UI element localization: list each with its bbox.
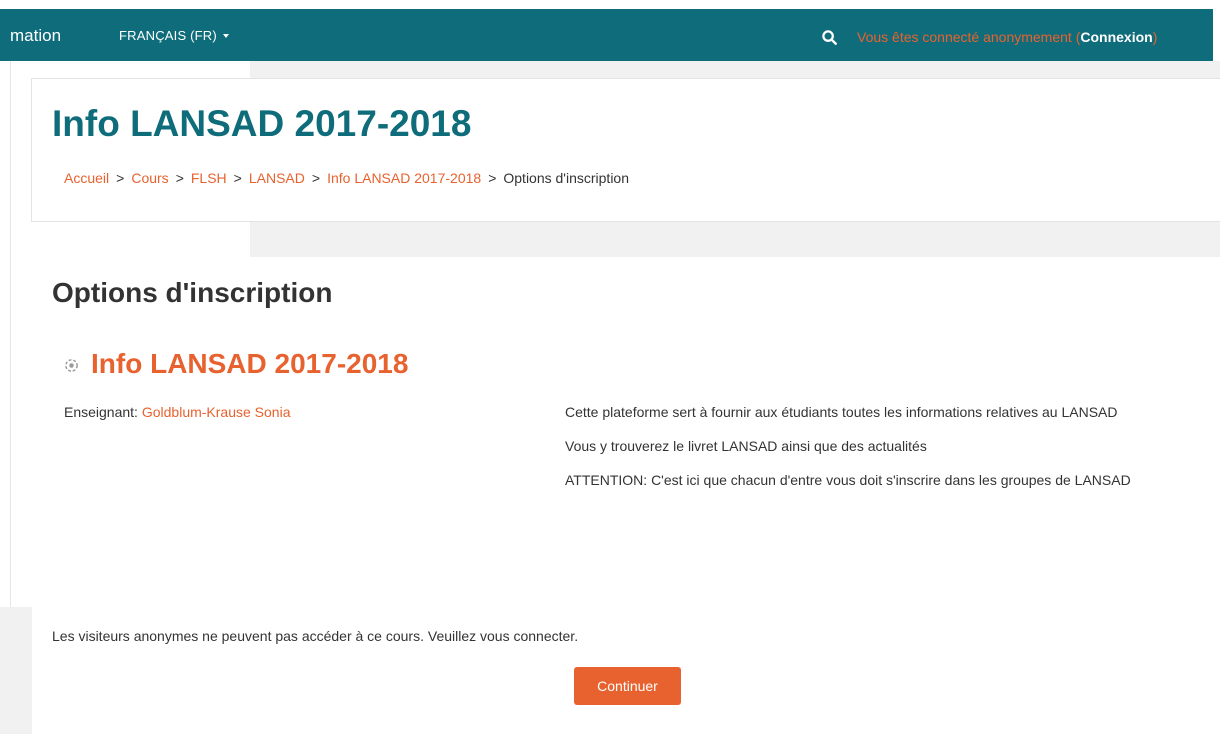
breadcrumb-item-cours[interactable]: Cours <box>131 170 168 186</box>
breadcrumb-separator: > <box>233 170 242 186</box>
login-info: Vous êtes connecté anonymement (Connexio… <box>857 28 1157 46</box>
breadcrumb-item-current: Options d'inscription <box>503 170 629 186</box>
course-name-link[interactable]: Info LANSAD 2017-2018 <box>91 346 408 382</box>
site-brand-link[interactable]: mation <box>10 26 61 46</box>
language-menu[interactable]: FRANÇAIS (FR) <box>119 28 229 44</box>
top-strip <box>0 0 1220 9</box>
summary-paragraph: Cette plateforme sert à fournir aux étud… <box>565 404 1118 420</box>
login-status-text: Vous êtes connecté anonymement ( <box>857 29 1081 45</box>
teacher-link[interactable]: Goldblum-Krause Sonia <box>142 404 291 420</box>
section-heading: Options d'inscription <box>52 277 333 308</box>
breadcrumb-separator: > <box>488 170 497 186</box>
page-header <box>31 78 1220 222</box>
footer-backdrop <box>0 607 32 734</box>
page: mation FRANÇAIS (FR) Vous êtes connecté … <box>0 0 1220 734</box>
region-divider <box>10 61 11 607</box>
login-status-close: ) <box>1152 29 1158 45</box>
course-teacher: Enseignant: Goldblum-Krause Sonia <box>64 403 290 421</box>
continue-button[interactable]: Continuer <box>574 667 681 705</box>
search-icon[interactable] <box>822 30 837 45</box>
caret-down-icon <box>222 34 229 38</box>
guest-access-notice: Les visiteurs anonymes ne peuvent pas ac… <box>52 628 579 644</box>
breadcrumb-item-accueil[interactable]: Accueil <box>64 170 109 186</box>
breadcrumb-separator: > <box>116 170 125 186</box>
language-label: FRANÇAIS (FR) <box>119 28 217 43</box>
page-title: Info LANSAD 2017-2018 <box>52 103 472 144</box>
breadcrumb-item-lansad[interactable]: LANSAD <box>249 170 305 186</box>
summary-paragraph: ATTENTION: C'est ici que chacun d'entre … <box>565 472 1131 488</box>
summary-paragraph: Vous y trouverez le livret LANSAD ainsi … <box>565 438 927 454</box>
teacher-label: Enseignant: <box>64 404 142 420</box>
breadcrumb: Accueil > Cours > FLSH > LANSAD > Info LANSAD 20… <box>64 169 629 187</box>
course-summary: Cette plateforme sert à fournir aux étud… <box>565 401 1175 503</box>
breadcrumb-item-flsh[interactable]: FLSH <box>191 170 227 186</box>
navbar: mation FRANÇAIS (FR) Vous êtes connecté … <box>0 9 1213 61</box>
breadcrumb-separator: > <box>175 170 184 186</box>
breadcrumb-item-course[interactable]: Info LANSAD 2017-2018 <box>327 170 481 186</box>
course-icon <box>65 359 78 372</box>
login-link[interactable]: Connexion <box>1080 29 1152 45</box>
breadcrumb-separator: > <box>311 170 321 186</box>
